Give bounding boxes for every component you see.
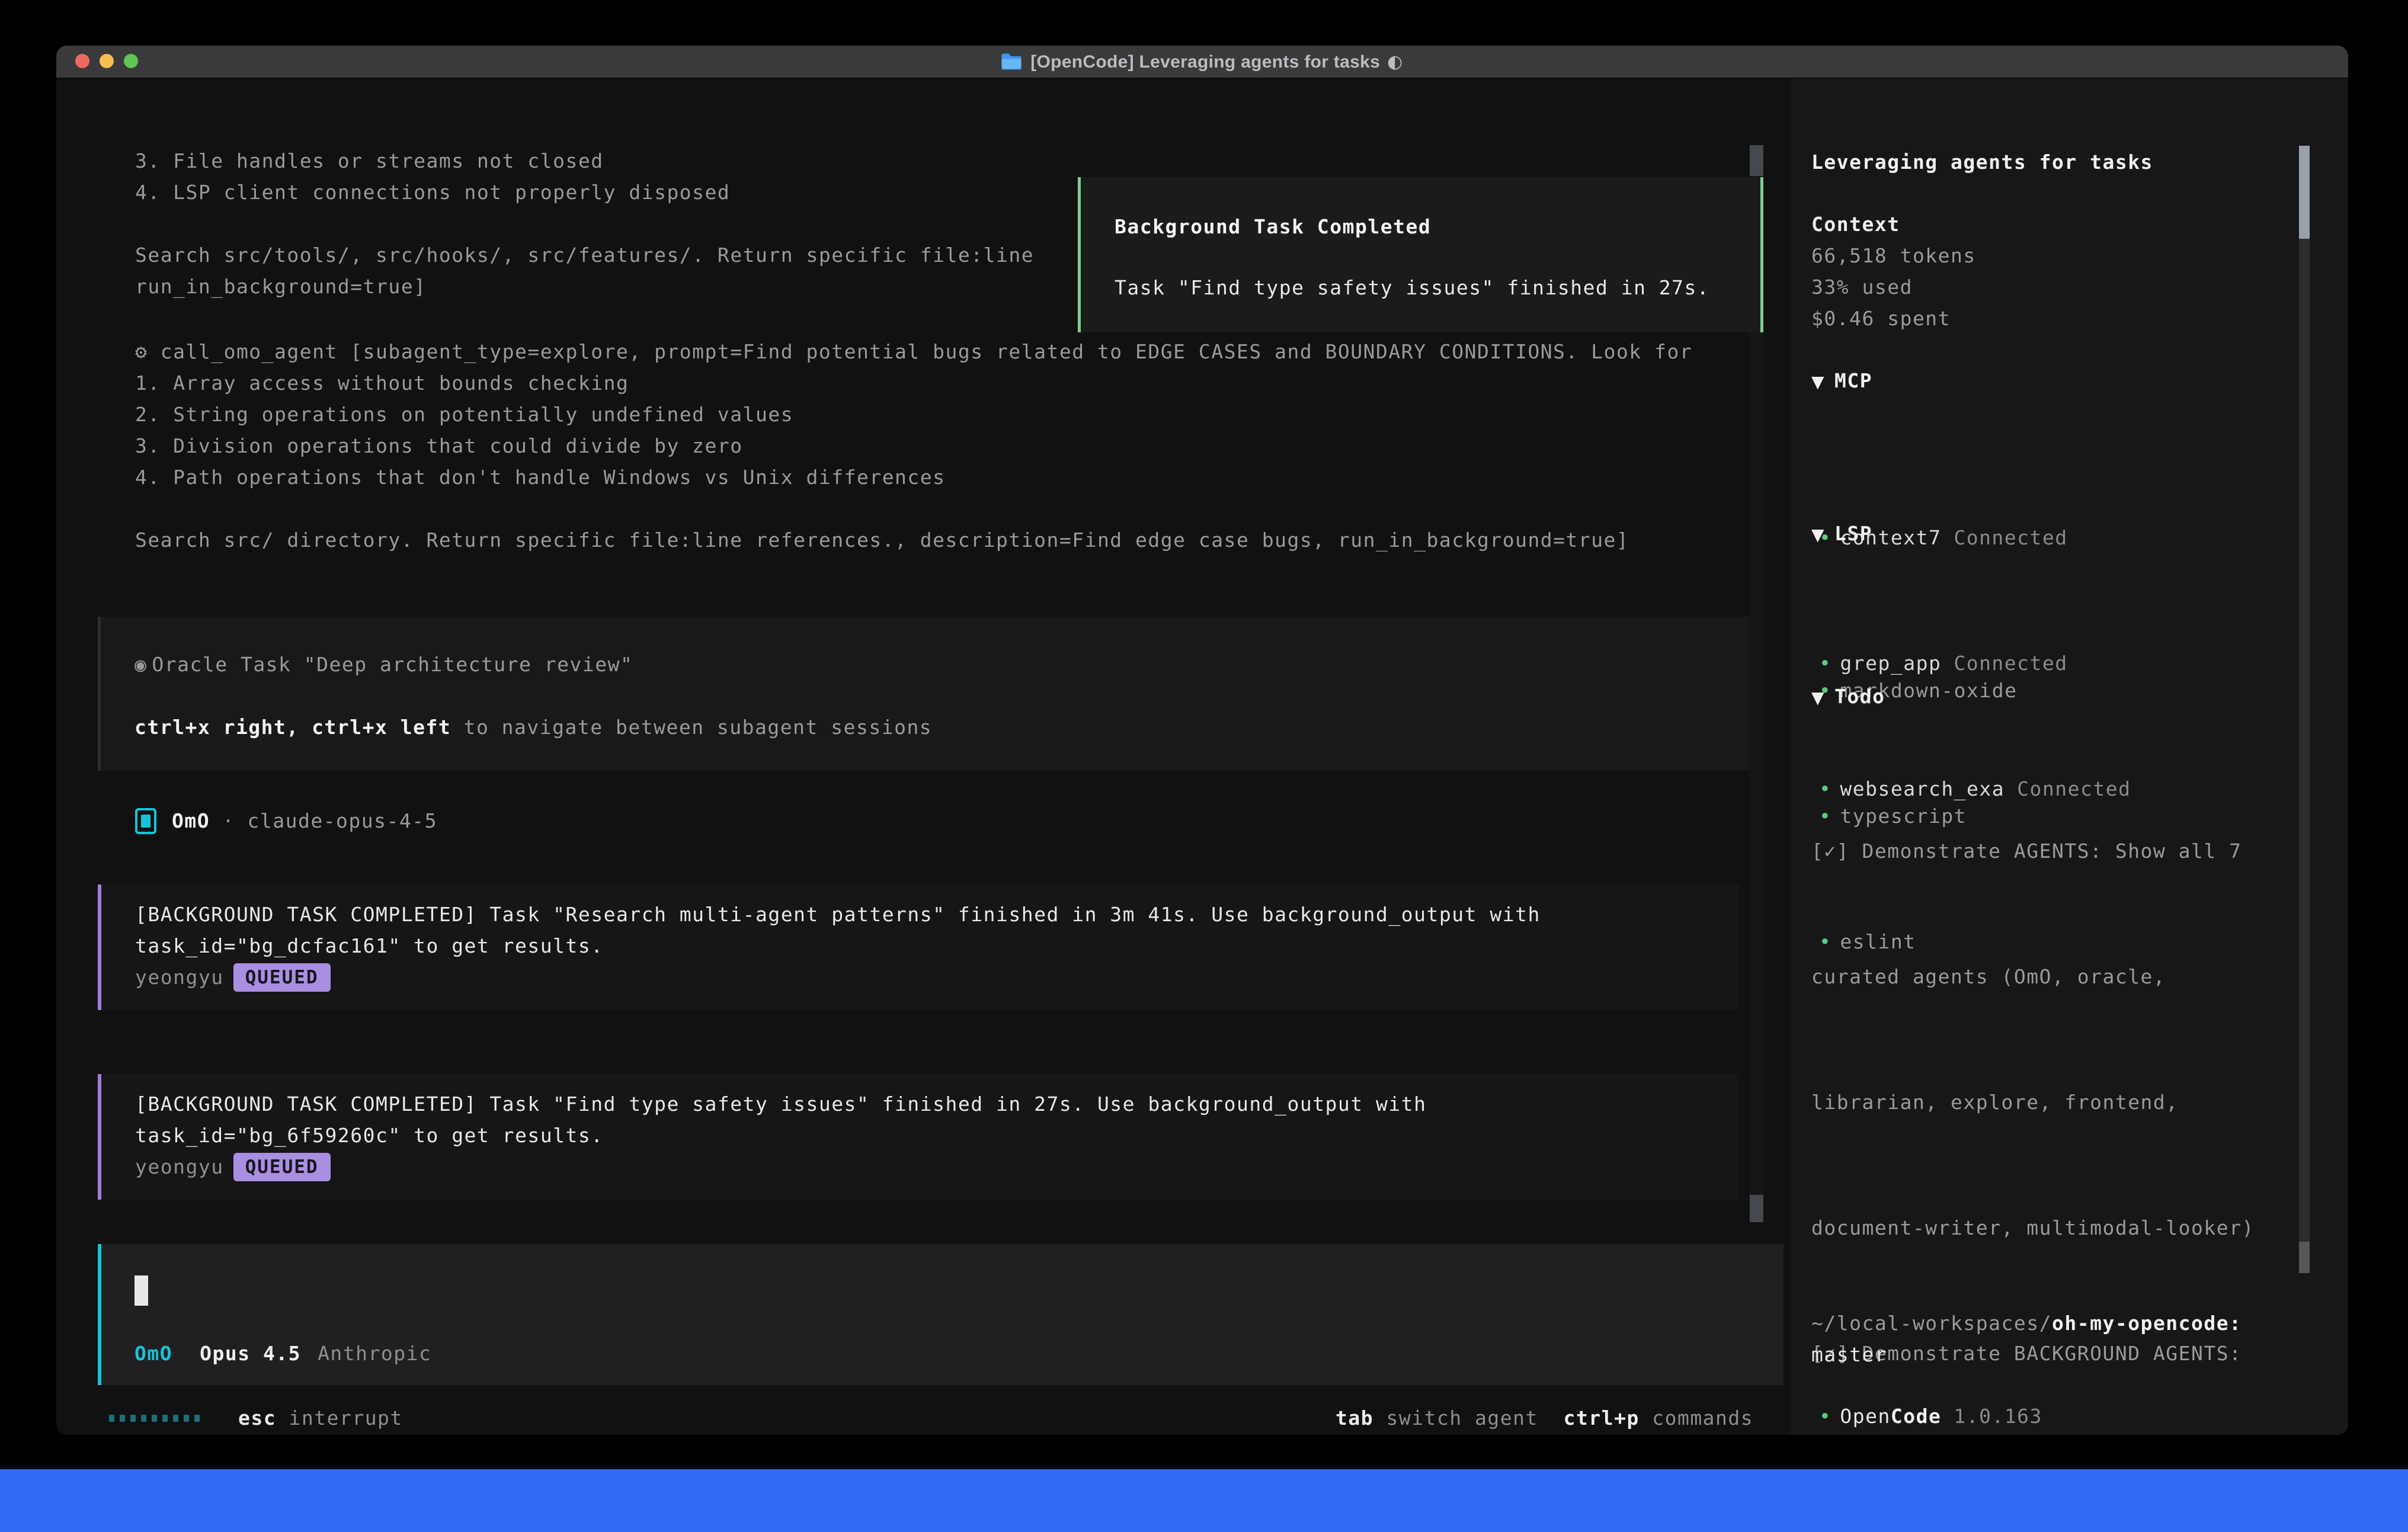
queued-badge: QUEUED [233,963,331,992]
prompt-input[interactable]: OmO Opus 4.5 Anthropic [98,1244,1783,1385]
background-task-message-1: [BACKGROUND TASK COMPLETED] Task "Resear… [98,884,1739,1010]
interrupt-label: interrupt [289,1402,402,1434]
subagent-session-card[interactable]: ◉Oracle Task "Deep architecture review" … [98,617,1763,771]
notification-body: Task "Find type safety issues" finished … [1115,272,1709,303]
lsp-heading: LSP [1834,522,1872,545]
agent-header: OmO · claude-opus-4-5 [135,805,437,836]
input-status-row: OmO Opus 4.5 Anthropic [135,1338,431,1369]
subagent-title-line: ◉Oracle Task "Deep architecture review" [135,649,633,680]
todo-section-header[interactable]: ▼ Todo [1811,681,1885,713]
version-footer: • OpenCode 1.0.163 [1811,1400,2042,1432]
tool-call-text: ⚙ call_omo_agent [subagent_type=explore,… [135,336,1692,556]
esc-key-hint: esc [238,1402,276,1434]
todo-line: [✓] Demonstrate AGENTS: Show all 7 [1811,835,2280,867]
opencode-window: [OpenCode] Leveraging agents for tasks ◐… [56,46,2348,1435]
titlebar: [OpenCode] Leveraging agents for tasks ◐ [56,46,2348,79]
message-line: task_id="bg_dcfac161" to get results. [135,930,1739,961]
status-left: esc interrupt [109,1402,403,1434]
session-title: Leveraging agents for tasks [1811,146,2153,178]
app-version: 1.0.163 [1954,1405,2042,1428]
session-state-icon: ◐ [1387,46,1404,78]
background-task-message-2: [BACKGROUND TASK COMPLETED] Task "Find t… [98,1074,1739,1200]
title-group: [OpenCode] Leveraging agents for tasks ◐ [1001,46,1404,78]
desktop: [OpenCode] Leveraging agents for tasks ◐… [0,0,2408,1532]
agent-square-icon [135,808,156,834]
scrollbar-thumb-bottom[interactable] [1750,1195,1763,1222]
bottom-blue-bar [0,1469,2408,1532]
toast-notification[interactable]: Background Task Completed Task "Find typ… [1078,177,1763,332]
window-title: [OpenCode] Leveraging agents for tasks [1030,46,1380,78]
close-button[interactable] [75,54,89,68]
input-agent-name: OmO [135,1338,172,1369]
separator-dot-icon: · [222,805,235,836]
agent-name: OmO [172,805,210,836]
message-line: task_id="bg_6f59260c" to get results. [135,1120,1739,1151]
context-heading: Context [1811,209,1900,240]
chevron-down-icon: ▼ [1811,525,1825,544]
queued-badge: QUEUED [233,1153,331,1181]
todo-line: curated agents (OmO, oracle, [1811,961,2280,992]
input-provider-name: Anthropic [318,1338,431,1369]
todo-line: librarian, explore, frontend, [1811,1086,2280,1118]
esc-key-label [276,1402,289,1434]
commands-label: commands [1640,1402,1753,1434]
conversation-pane: 3. File handles or streams not closed 4.… [56,79,1801,1435]
message-meta: yeongyu QUEUED [135,1151,1739,1182]
chevron-down-icon: ▼ [1811,372,1825,392]
agent-model: claude-opus-4-5 [247,805,437,836]
subagent-hint-line: ctrl+x right, ctrl+x left to navigate be… [135,711,932,743]
workspace-path: ~/local-workspaces/oh-my-opencode: master [1811,1307,2242,1370]
mcp-heading: MCP [1834,369,1872,392]
folder-icon [1001,53,1022,70]
sidebar-scrollbar-end [2299,1242,2310,1273]
keybind-hint: to navigate between subagent sessions [451,716,932,739]
chevron-down-icon: ▼ [1811,688,1825,707]
sidebar-scrollbar-thumb[interactable] [2299,146,2310,239]
mcp-server-status: Connected [1954,526,2067,549]
keybind-text: ctrl+x right, ctrl+x left [135,716,451,739]
subagent-title: Oracle Task "Deep architecture review" [152,653,633,676]
scrollbar-thumb-top[interactable] [1750,145,1763,176]
bullet-icon: • [1819,1405,1831,1428]
message-meta: yeongyu QUEUED [135,961,1739,993]
todo-heading: Todo [1834,685,1885,708]
tab-key-hint: tab [1336,1402,1373,1434]
message-line: [BACKGROUND TASK COMPLETED] Task "Resear… [135,899,1739,930]
branch-name: master [1811,1343,1887,1366]
agent-output-text: 3. File handles or streams not closed 4.… [135,145,1034,302]
app-name-bold: Code [1891,1405,1941,1428]
text-cursor [135,1275,148,1306]
switch-agent-label: switch agent [1373,1402,1564,1434]
spinner-icon [109,1415,205,1422]
mcp-section-header[interactable]: ▼ MCP [1811,365,1872,398]
notification-title: Background Task Completed [1115,211,1431,242]
radio-icon: ◉ [135,653,147,676]
lsp-section-header[interactable]: ▼ LSP [1811,518,1872,550]
author-name: yeongyu [135,1151,224,1182]
maximize-button[interactable] [124,54,138,68]
status-right: tab switch agent ctrl+p commands [1336,1402,1753,1434]
path-prefix: ~/local-workspaces/ [1811,1312,2052,1335]
author-name: yeongyu [135,961,224,993]
todo-line: document-writer, multimodal-looker) [1811,1212,2280,1243]
sidebar-scrollbar[interactable] [2299,146,2310,1273]
app-name: Open [1840,1405,1890,1428]
traffic-lights [75,54,148,68]
message-line: [BACKGROUND TASK COMPLETED] Task "Find t… [135,1088,1739,1120]
repo-name: oh-my-opencode: [2052,1312,2242,1335]
sidebar: Leveraging agents for tasks Context 66,5… [1790,79,2348,1435]
context-stats: 66,518 tokens 33% used $0.46 spent [1811,240,1976,334]
input-model-name: Opus 4.5 [200,1338,301,1369]
ctrlp-key-hint: ctrl+p [1564,1402,1640,1434]
minimize-button[interactable] [100,54,114,68]
